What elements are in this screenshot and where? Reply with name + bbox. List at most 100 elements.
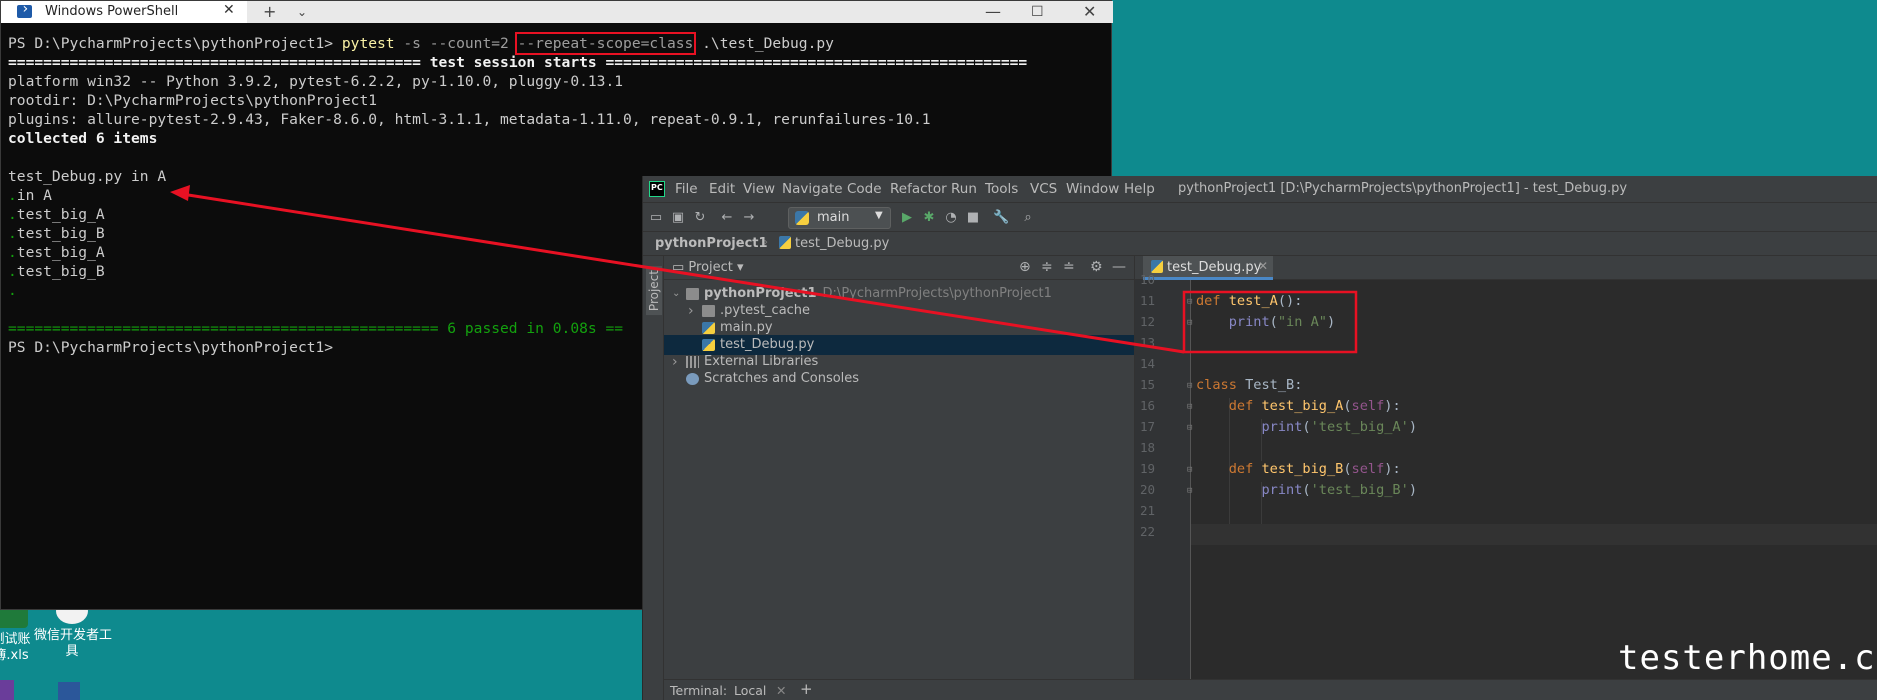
tree-item-name: External Libraries	[704, 354, 819, 369]
new-terminal-button[interactable]: +	[800, 680, 813, 698]
tree-item-name: test_Debug.py	[720, 337, 815, 352]
powershell-tab[interactable]: Windows PowerShell ✕	[1, 1, 247, 23]
wrench-settings-icon[interactable]: 🔧	[993, 210, 1009, 226]
console-text: .	[8, 263, 17, 280]
tree-item[interactable]: Scratches and Consoles	[664, 369, 1134, 389]
minimize-button[interactable]: —	[985, 1, 1001, 23]
code-token: test_A	[1228, 293, 1278, 309]
line-number: 16	[1139, 398, 1155, 413]
line-number: 22	[1139, 524, 1155, 539]
new-tab-button[interactable]: +	[263, 1, 276, 23]
tree-item-path: D:\PycharmProjects\pythonProject1	[822, 286, 1052, 301]
word-file-icon[interactable]	[58, 682, 80, 700]
code-token: (	[1302, 419, 1311, 435]
console-text: test session starts	[429, 54, 597, 71]
code-token: test_big_B	[1261, 461, 1344, 477]
menu-vcs[interactable]: VCS	[1030, 181, 1057, 197]
scratches-icon	[686, 373, 699, 385]
code-editor: test_Debug.py ✕ 10 11 ⊟ 12 ⊟ 13 14 15 ⊟ 16 ⊟ 17 ⊟ 18 1…	[1134, 256, 1877, 700]
line-number: 21	[1139, 503, 1155, 518]
menu-help[interactable]: Help	[1124, 181, 1155, 197]
locate-target-icon[interactable]: ⊕	[1019, 259, 1031, 275]
console-text: plugins: allure-pytest-2.9.43, Faker-8.6…	[8, 111, 931, 128]
stop-icon[interactable]: ■	[965, 210, 981, 226]
code-token: ):	[1384, 461, 1401, 477]
powershell-titlebar[interactable]: Windows PowerShell ✕ + ⌄ — ☐ ✕	[1, 1, 1113, 23]
tree-item-name: .pytest_cache	[720, 303, 811, 318]
sync-icon[interactable]: ↻	[692, 210, 708, 226]
run-icon[interactable]: ▶	[899, 210, 915, 226]
console-text: ========================================…	[596, 54, 1028, 71]
console-line: platform win32 -- Python 3.9.2, pytest-6…	[8, 72, 1108, 91]
hide-panel-icon[interactable]: —	[1112, 259, 1126, 275]
close-session-icon[interactable]: ✕	[776, 683, 786, 698]
menu-navigate[interactable]: Navigate	[782, 181, 843, 197]
menu-file[interactable]: File	[675, 181, 698, 197]
console-text: test_Debug.py in A	[8, 168, 167, 185]
chevron-down-icon: ▼	[875, 210, 883, 221]
bottom-tool-bar: Terminal: Local ✕ +	[664, 679, 1877, 700]
search-icon[interactable]: ⌕	[1020, 210, 1036, 226]
desktop-app-icon[interactable]	[0, 680, 14, 700]
close-tab-icon[interactable]: ✕	[223, 2, 235, 18]
menu-bar: PC File Edit View Navigate Code Refactor…	[643, 176, 1877, 202]
code-area[interactable]: def test_A (): print("in A") class Test_B:…	[1191, 280, 1877, 700]
project-view-select[interactable]: ▭ Project ▾	[672, 260, 744, 275]
console-line: rootdir: D:\PycharmProjects\pythonProjec…	[8, 91, 1108, 110]
powershell-tab-title: Windows PowerShell	[45, 4, 179, 19]
line-number: 18	[1139, 440, 1155, 455]
gear-icon[interactable]: ⚙	[1090, 259, 1103, 275]
code-token: (	[1302, 482, 1311, 498]
menu-view[interactable]: View	[743, 181, 775, 197]
coverage-icon[interactable]: ◔	[943, 210, 959, 226]
menu-run[interactable]: Run	[951, 181, 977, 197]
console-text: pytest	[341, 35, 395, 52]
code-token: 'test_big_A'	[1310, 419, 1409, 435]
line-number: 13	[1139, 335, 1155, 350]
console-line: collected 6 items	[8, 129, 1108, 148]
console-text: test_big_B	[16, 225, 105, 242]
code-line: print("in A")	[1196, 314, 1335, 335]
back-arrow-icon[interactable]: ←	[719, 210, 735, 226]
breadcrumb-project[interactable]: pythonProject1	[655, 236, 768, 251]
menu-code[interactable]: Code	[847, 181, 882, 197]
editor-tab-test-debug[interactable]: test_Debug.py ✕	[1143, 256, 1273, 280]
menu-window[interactable]: Window	[1066, 181, 1119, 197]
project-tool-window-tab[interactable]: Project	[646, 266, 662, 316]
menu-edit[interactable]: Edit	[709, 181, 735, 197]
code-line: class Test_B:	[1196, 377, 1302, 398]
code-token: self	[1351, 398, 1385, 414]
code-token: print	[1261, 482, 1303, 498]
close-window-button[interactable]: ✕	[1083, 1, 1096, 23]
debug-bug-icon[interactable]: ✱	[921, 210, 937, 226]
powershell-icon	[17, 1, 32, 18]
code-token: print	[1228, 314, 1270, 330]
maximize-button[interactable]: ☐	[1031, 1, 1044, 23]
chevron-down-icon[interactable]: ⌄	[297, 1, 307, 23]
pycharm-window: PC File Edit View Navigate Code Refactor…	[642, 176, 1877, 700]
collapse-all-icon[interactable]: ≐	[1063, 259, 1075, 275]
console-text: platform win32 -- Python 3.9.2, pytest-6…	[8, 73, 624, 90]
menu-tools[interactable]: Tools	[985, 181, 1018, 197]
run-configuration-select[interactable]: main ▼	[788, 207, 891, 229]
editor-tab-bar: test_Debug.py ✕	[1135, 256, 1877, 280]
console-text: .	[8, 187, 17, 204]
line-number: 10	[1139, 272, 1155, 287]
code-token: def	[1228, 461, 1262, 477]
save-icon[interactable]: ▣	[670, 210, 686, 226]
close-tab-icon[interactable]: ✕	[1258, 259, 1268, 273]
terminal-session-local[interactable]: Local	[734, 683, 766, 698]
line-number: 11	[1139, 293, 1155, 308]
console-text: .	[8, 206, 17, 223]
breadcrumb-file[interactable]: test_Debug.py	[779, 236, 889, 251]
forward-arrow-icon[interactable]: →	[741, 210, 757, 226]
console-text: PS D:\PycharmProjects\pythonProject1>	[8, 339, 342, 356]
watermark: testerhome.com	[1618, 638, 1877, 678]
expand-all-icon[interactable]: ≑	[1041, 259, 1053, 275]
open-folder-icon[interactable]: ▭	[648, 210, 664, 226]
menu-refactor[interactable]: Refactor	[890, 181, 947, 197]
caret-line-highlight	[1191, 524, 1877, 545]
terminal-tab-label[interactable]: Terminal:	[670, 683, 727, 698]
